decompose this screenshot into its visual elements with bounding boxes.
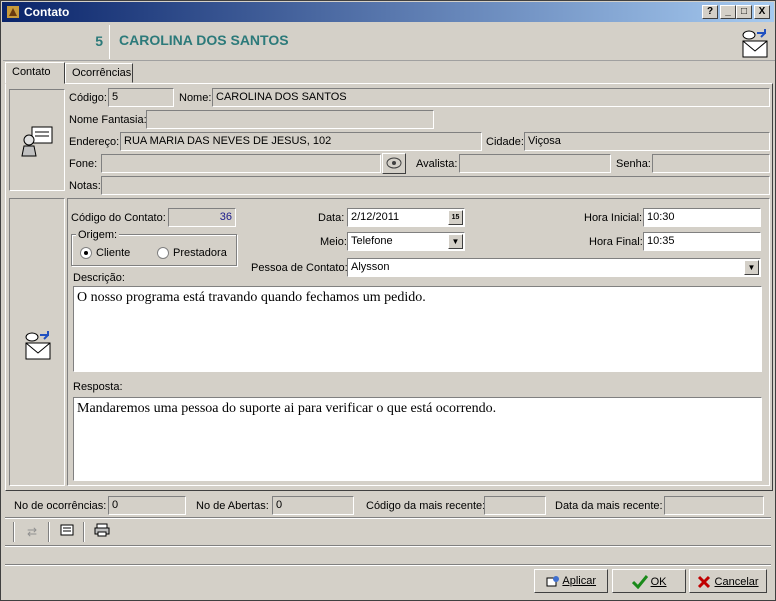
nome-label: Nome: (179, 92, 212, 104)
codigo-recente-field[interactable] (484, 496, 546, 515)
resposta-label: Resposta: (73, 381, 123, 393)
nome-field[interactable]: CAROLINA DOS SANTOS (212, 88, 770, 107)
window-title: Contato (24, 5, 70, 19)
aplicar-label: Aplicar (562, 575, 597, 587)
close-button[interactable]: X (754, 5, 770, 19)
pessoa-contato-select[interactable]: Alysson ▼ (347, 258, 761, 277)
origem-cliente-label[interactable]: Cliente (96, 247, 130, 259)
avalista-field[interactable] (459, 154, 611, 173)
descricao-label: Descrição: (73, 272, 125, 284)
sort-icon[interactable]: ⇄ (23, 523, 41, 541)
toolbar-separator (83, 522, 85, 542)
record-header: 5 CAROLINA DOS SANTOS (3, 23, 775, 61)
senha-label: Senha: (616, 158, 651, 170)
ok-label: OK (650, 575, 667, 588)
record-name: CAROLINA DOS SANTOS (119, 32, 289, 48)
checkmark-icon (631, 575, 648, 590)
cancelar-button[interactable]: Cancelar (689, 569, 767, 593)
abertas-field[interactable]: 0 (272, 496, 354, 515)
codigo-label: Código: (69, 92, 107, 104)
codigo-recente-label: Código da mais recente: (366, 500, 486, 512)
tab-ocorrencias[interactable]: Ocorrências (65, 63, 133, 83)
fone-label: Fone: (69, 158, 98, 170)
ocorrencias-field[interactable]: 0 (108, 496, 186, 515)
person-card-icon (21, 126, 53, 157)
origem-prestadora-label[interactable]: Prestadora (173, 247, 227, 259)
pessoa-contato-value: Alysson (351, 261, 390, 273)
origem-label: Origem: (76, 229, 120, 241)
origem-cliente-radio[interactable] (80, 247, 92, 259)
form-icon[interactable] (58, 523, 76, 541)
origem-prestadora-radio[interactable] (157, 247, 169, 259)
hora-final-label: Hora Final: (589, 236, 643, 248)
endereco-label: Endereço: (69, 136, 120, 148)
hora-inicial-label: Hora Inicial: (584, 212, 643, 224)
codigo-contato-label: Código do Contato: (71, 212, 166, 224)
chevron-down-icon[interactable]: ▼ (744, 260, 759, 275)
ocorrencias-label: No de ocorrências: (14, 500, 107, 512)
notas-label: Notas: (69, 180, 101, 192)
print-icon[interactable] (93, 523, 111, 541)
data-value: 2/12/2011 (351, 211, 400, 223)
avalista-label: Avalista: (416, 158, 458, 170)
toolbar-top-divider (5, 517, 771, 519)
calendar-icon[interactable]: 15 (448, 210, 463, 225)
buttons-divider (5, 564, 771, 566)
endereco-field[interactable]: RUA MARIA DAS NEVES DE JESUS, 102 (120, 132, 482, 151)
minimize-button[interactable]: _ (720, 5, 736, 19)
descricao-textarea[interactable]: O nosso programa está travando quando fe… (73, 286, 762, 372)
apply-icon (546, 576, 559, 587)
data-recente-field[interactable] (664, 496, 764, 515)
client-icon-panel (9, 89, 65, 191)
toolbar-grip (13, 522, 15, 542)
data-field[interactable]: 2/12/2011 15 (347, 208, 465, 227)
fantasia-label: Nome Fantasia: (69, 114, 147, 126)
cidade-field[interactable]: Viçosa (524, 132, 770, 151)
form-glyph (60, 524, 74, 536)
abertas-label: No de Abertas: (196, 500, 269, 512)
data-label: Data: (318, 212, 345, 224)
title-bar[interactable]: Contato ? _ □ X (2, 2, 774, 22)
help-button[interactable]: ? (702, 5, 718, 19)
meio-label: Meio: (320, 236, 347, 248)
notas-field[interactable] (101, 176, 770, 195)
envelope-icon (742, 29, 768, 58)
hora-inicial-field[interactable]: 10:30 (643, 208, 761, 227)
cancel-x-icon (698, 575, 711, 589)
data-recente-label: Data da mais recente: (555, 500, 663, 512)
app-icon (7, 6, 19, 18)
tab-panel: Código: 5 Nome: CAROLINA DOS SANTOS Nome… (5, 83, 773, 491)
envelope-icon (25, 331, 51, 360)
codigo-field[interactable]: 5 (108, 88, 174, 107)
fone-field[interactable] (101, 154, 381, 173)
ok-button[interactable]: OK (612, 569, 686, 593)
toolbar-separator (48, 522, 50, 542)
fantasia-field[interactable] (146, 110, 434, 129)
phone-icon (386, 157, 402, 169)
contato-window: Contato ? _ □ X 5 CAROLINA DOS SANTOS Co… (0, 0, 776, 601)
dial-button[interactable] (382, 153, 406, 174)
toolbar-bottom-divider (5, 545, 771, 547)
resposta-textarea[interactable]: Mandaremos uma pessoa do suporte ai para… (73, 397, 762, 481)
record-number: 5 (95, 33, 103, 49)
header-divider (109, 25, 110, 59)
chevron-down-icon[interactable]: ▼ (448, 234, 463, 249)
cancelar-label: Cancelar (714, 575, 759, 588)
hora-final-field[interactable]: 10:35 (643, 232, 761, 251)
pessoa-contato-label: Pessoa de Contato: (251, 262, 348, 274)
senha-field[interactable] (652, 154, 770, 173)
meio-value: Telefone (351, 235, 393, 247)
cidade-label: Cidade: (486, 136, 524, 148)
print-glyph (94, 523, 110, 537)
codigo-contato-field[interactable]: 36 (168, 208, 236, 227)
aplicar-button[interactable]: Aplicar (534, 569, 608, 593)
maximize-button[interactable]: □ (736, 5, 752, 19)
contact-icon-panel (9, 198, 65, 486)
meio-select[interactable]: Telefone ▼ (347, 232, 465, 251)
tab-contato[interactable]: Contato (5, 62, 65, 84)
